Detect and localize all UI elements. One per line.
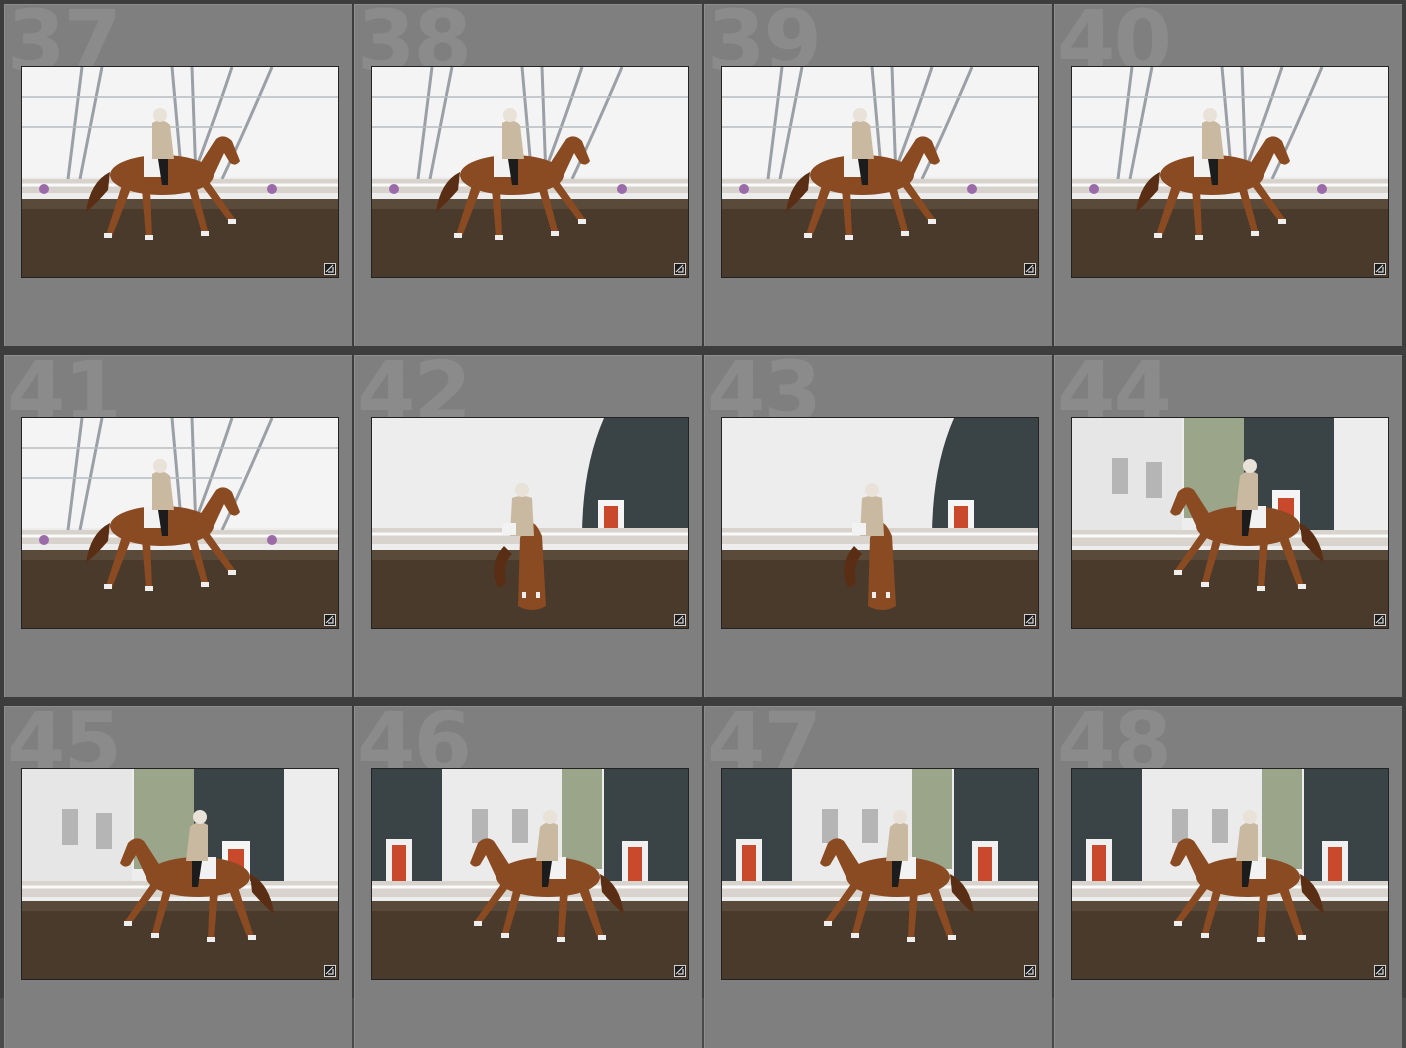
grid-cell[interactable]: 38 [354,4,702,346]
grid-cell[interactable]: 40 [1054,4,1402,346]
develop-adjustment-icon[interactable] [324,263,336,275]
photo-thumbnail[interactable] [1072,418,1388,628]
thumbnail-image [722,769,1038,979]
develop-adjustment-icon[interactable] [1374,263,1386,275]
thumbnail-image [722,418,1038,628]
photo-thumbnail[interactable] [722,769,1038,979]
photo-thumbnail[interactable] [372,418,688,628]
thumbnail-image [372,418,688,628]
thumbnail-image [372,67,688,277]
thumbnail-image [1072,67,1388,277]
thumbnail-image [22,67,338,277]
grid-cell[interactable]: 44 [1054,355,1402,697]
photo-thumbnail[interactable] [22,67,338,277]
develop-adjustment-icon[interactable] [1024,965,1036,977]
photo-thumbnail[interactable] [722,418,1038,628]
develop-adjustment-icon[interactable] [1374,614,1386,626]
grid-cell[interactable]: 46 [354,706,702,1048]
thumbnail-image [22,769,338,979]
develop-adjustment-icon[interactable] [1374,965,1386,977]
grid-cell[interactable]: 42 [354,355,702,697]
develop-adjustment-icon[interactable] [324,965,336,977]
develop-adjustment-icon[interactable] [674,614,686,626]
thumbnail-image [1072,418,1388,628]
photo-thumbnail[interactable] [22,418,338,628]
grid-cell[interactable]: 41 [4,355,352,697]
photo-thumbnail[interactable] [372,67,688,277]
grid-cell[interactable]: 47 [704,706,1052,1048]
develop-adjustment-icon[interactable] [1024,263,1036,275]
develop-adjustment-icon[interactable] [1024,614,1036,626]
photo-thumbnail[interactable] [722,67,1038,277]
photo-thumbnail[interactable] [22,769,338,979]
develop-adjustment-icon[interactable] [324,614,336,626]
grid-cell[interactable]: 43 [704,355,1052,697]
develop-adjustment-icon[interactable] [674,263,686,275]
thumbnail-image [372,769,688,979]
thumbnail-image [1072,769,1388,979]
photo-thumbnail[interactable] [372,769,688,979]
thumbnail-image [722,67,1038,277]
library-grid-view: 37 38 39 40 41 42 43 44 45 46 47 48 [0,0,1406,1048]
develop-adjustment-icon[interactable] [674,965,686,977]
photo-thumbnail[interactable] [1072,67,1388,277]
photo-thumbnail[interactable] [1072,769,1388,979]
grid-cell[interactable]: 37 [4,4,352,346]
thumbnail-image [22,418,338,628]
grid-cell[interactable]: 45 [4,706,352,1048]
grid-cell[interactable]: 39 [704,4,1052,346]
grid-cell[interactable]: 48 [1054,706,1402,1048]
